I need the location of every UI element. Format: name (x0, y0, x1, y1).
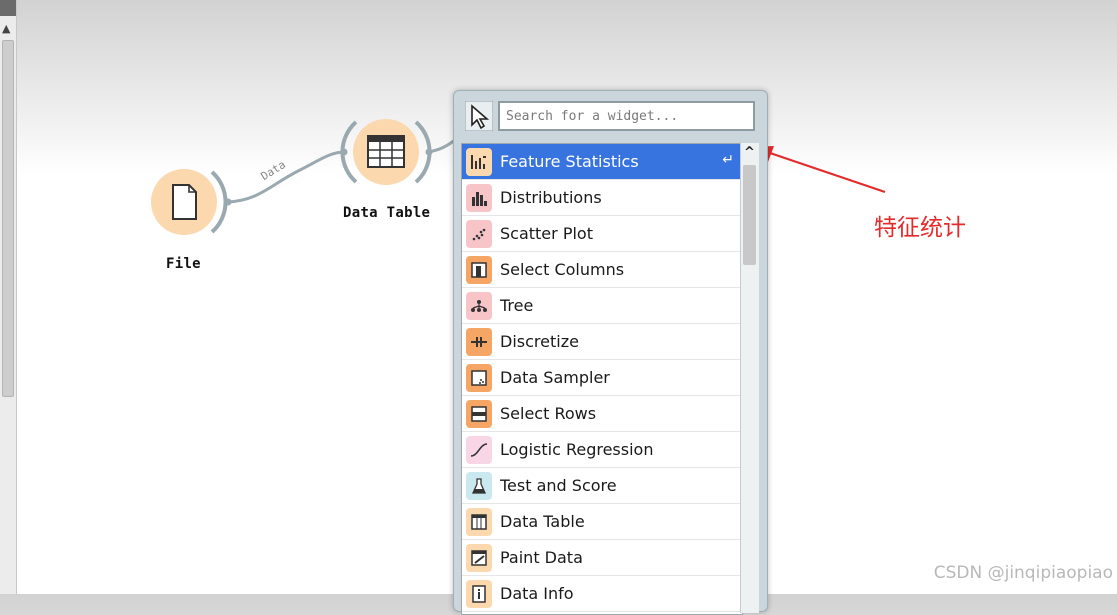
data-table-icon (466, 507, 492, 536)
feature-statistics-icon (466, 147, 492, 176)
widget-list-scrollbar-thumb[interactable] (743, 165, 756, 265)
list-item[interactable]: Scatter Plot (462, 216, 742, 252)
file-node[interactable] (151, 169, 217, 235)
file-to-datatable-link (227, 150, 346, 204)
list-item-label: Discretize (500, 332, 579, 351)
paint-data-icon (466, 543, 492, 572)
datatable-output-link (427, 138, 456, 154)
widget-list-scrollbar[interactable]: ^ (740, 143, 759, 613)
list-item[interactable]: Feature Statistics ↵ (462, 144, 742, 180)
list-item-label: Test and Score (500, 476, 617, 495)
document-icon (172, 184, 197, 220)
distributions-icon (466, 183, 492, 212)
list-item[interactable]: Test and Score (462, 468, 742, 504)
list-item[interactable]: Tree (462, 288, 742, 324)
list-item-label: Feature Statistics (500, 152, 639, 171)
list-item-label: Select Columns (500, 260, 625, 279)
chevron-up-icon[interactable]: ^ (744, 145, 755, 160)
list-item-label: Logistic Regression (500, 440, 654, 459)
discretize-icon (466, 327, 492, 356)
list-item[interactable]: Distributions (462, 180, 742, 216)
table-icon (367, 135, 405, 168)
data-table-node[interactable] (353, 119, 419, 185)
list-item[interactable]: Select Columns (462, 252, 742, 288)
test-and-score-icon (466, 471, 492, 500)
select-rows-icon (466, 399, 492, 428)
list-item[interactable]: Discretize (462, 324, 742, 360)
list-item[interactable]: Data Info (462, 576, 742, 612)
widget-list: Feature Statistics ↵ Distributions Scatt… (461, 143, 743, 615)
widget-search-input[interactable] (498, 101, 755, 131)
list-item-label: Paint Data (500, 548, 583, 567)
list-item-label: Select Rows (500, 404, 597, 423)
select-columns-icon (466, 255, 492, 284)
annotation-arrow-line (769, 152, 886, 193)
list-item-label: Scatter Plot (500, 224, 593, 243)
file-node-label: File (166, 256, 201, 272)
list-item-label: Distributions (500, 188, 602, 207)
data-table-node-label: Data Table (343, 205, 431, 221)
list-item-label: Tree (500, 296, 534, 315)
list-item-label: Data Sampler (500, 368, 610, 387)
list-item[interactable]: Paint Data (462, 540, 742, 576)
widget-search-popup: Feature Statistics ↵ Distributions Scatt… (453, 90, 768, 615)
list-item[interactable]: Data Sampler (462, 360, 742, 396)
cursor-pointer-icon (462, 99, 496, 133)
tree-icon (466, 291, 492, 320)
search-row (462, 99, 758, 131)
enter-key-icon: ↵ (722, 152, 734, 168)
data-sampler-icon (466, 363, 492, 392)
list-item[interactable]: Data Table (462, 504, 742, 540)
scatter-plot-icon (466, 219, 492, 248)
list-item[interactable]: Select Rows (462, 396, 742, 432)
list-item-label: Data Table (500, 512, 585, 531)
list-item[interactable]: Logistic Regression (462, 432, 742, 468)
annotation-text: 特征统计 (874, 215, 966, 241)
watermark: CSDN @jinqipiaopiao (933, 563, 1113, 583)
logistic-regression-icon (466, 435, 492, 464)
